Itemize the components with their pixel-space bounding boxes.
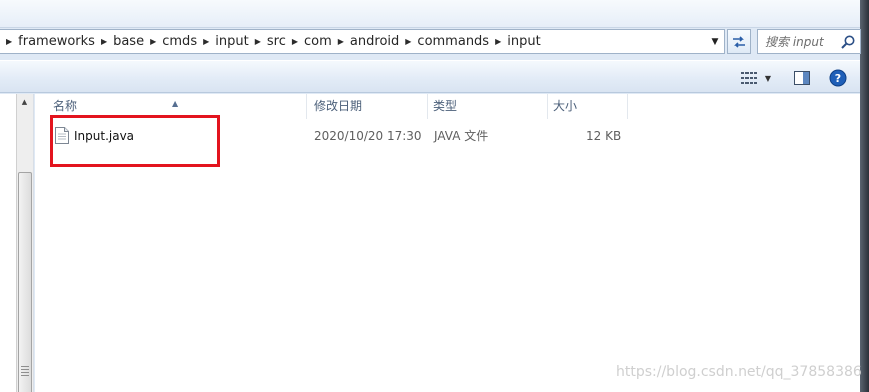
scrollbar-grip-icon: [21, 366, 29, 376]
breadcrumb-separator-icon[interactable]: ▶: [332, 30, 350, 53]
breadcrumb-input[interactable]: input: [215, 30, 248, 53]
breadcrumb-commands[interactable]: commands: [417, 30, 489, 53]
column-header-size-label: 大小: [553, 99, 578, 113]
preview-pane-icon: [794, 71, 810, 85]
sort-ascending-icon: ▲: [172, 99, 179, 108]
help-icon: ?: [829, 69, 847, 87]
highlight-annotation-box: [50, 115, 220, 167]
breadcrumb-separator-icon[interactable]: ▶: [399, 30, 417, 53]
file-size: 12 KB: [586, 129, 622, 143]
scrollbar-thumb[interactable]: [18, 172, 32, 392]
chevron-down-icon[interactable]: ▼: [765, 74, 771, 83]
breadcrumb-cmds[interactable]: cmds: [162, 30, 197, 53]
views-icon: [740, 72, 757, 84]
change-view-button[interactable]: ▼: [736, 67, 776, 89]
column-header-name-label: 名称: [53, 99, 78, 113]
refresh-icon: [733, 35, 745, 48]
help-button[interactable]: ?: [826, 67, 850, 89]
breadcrumb-frameworks[interactable]: frameworks: [18, 30, 95, 53]
file-date-modified: 2020/10/20 17:30: [314, 129, 422, 143]
breadcrumb-separator-icon[interactable]: ▶: [286, 30, 304, 53]
svg-text:?: ?: [835, 72, 841, 85]
file-type: JAVA 文件: [434, 129, 489, 143]
search-box[interactable]: [757, 29, 861, 54]
breadcrumb-separator-icon[interactable]: ▶: [95, 30, 113, 53]
breadcrumb-android[interactable]: android: [350, 30, 399, 53]
column-header-size[interactable]: 大小: [548, 94, 628, 119]
address-bar[interactable]: ▶ frameworks ▶ base ▶ cmds ▶ input ▶ src…: [0, 29, 725, 54]
breadcrumb-separator-icon[interactable]: ▶: [144, 30, 162, 53]
scroll-up-arrow-icon[interactable]: ▲: [16, 94, 33, 110]
breadcrumb-separator-icon[interactable]: ▶: [249, 30, 267, 53]
column-header-type[interactable]: 类型: [428, 94, 548, 119]
window-right-edge: [860, 0, 869, 392]
search-icon[interactable]: [840, 34, 856, 50]
preview-pane-button[interactable]: [790, 67, 814, 89]
breadcrumb-separator-icon[interactable]: ▶: [197, 30, 215, 53]
column-header-date-label: 修改日期: [314, 99, 363, 113]
address-history-dropdown-icon[interactable]: ▼: [706, 30, 724, 53]
breadcrumb-separator-icon[interactable]: ▶: [0, 30, 18, 53]
command-toolbar: ▼ ?: [0, 60, 860, 93]
watermark: https://blog.csdn.net/qq_37858386: [616, 364, 862, 380]
breadcrumb-separator-icon[interactable]: ▶: [489, 30, 507, 53]
column-header-type-label: 类型: [433, 99, 458, 113]
breadcrumb-com[interactable]: com: [304, 30, 332, 53]
breadcrumb-base[interactable]: base: [113, 30, 144, 53]
window-top-band: [0, 0, 869, 28]
breadcrumb-src[interactable]: src: [267, 30, 286, 53]
breadcrumb-current-input[interactable]: input: [507, 30, 540, 53]
column-header-date-modified[interactable]: 修改日期: [307, 94, 428, 119]
search-input[interactable]: [765, 34, 843, 49]
refresh-button[interactable]: [727, 29, 751, 54]
